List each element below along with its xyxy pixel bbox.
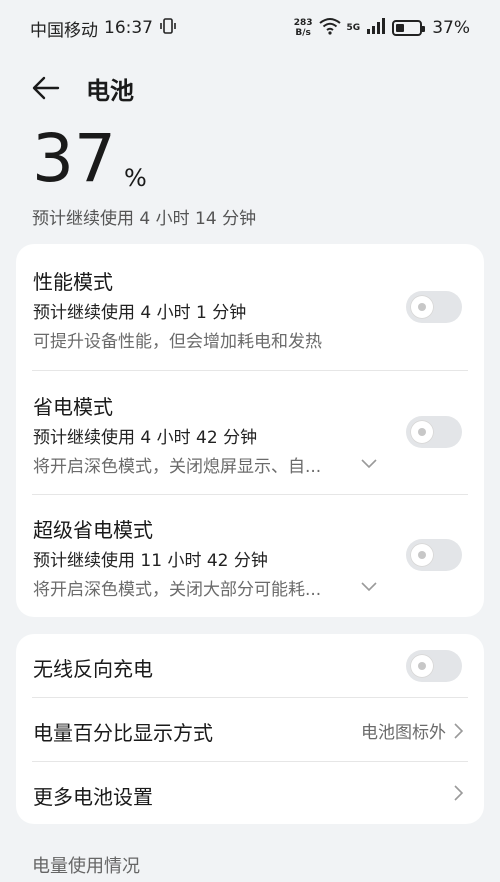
battery-level-fill (396, 24, 405, 32)
wifi-icon (318, 17, 341, 40)
mode-description: 将开启深色模式，关闭熄屏显示、自... (33, 457, 322, 477)
net-speed-unit: B/s (295, 28, 311, 38)
battery-percent-label: 37% (432, 18, 470, 38)
net-speed-value: 283 (293, 18, 313, 28)
percentage-display-value: 电池图标外 (361, 723, 446, 743)
back-arrow-icon[interactable] (32, 73, 62, 103)
battery-level-display: 37 % (32, 120, 147, 198)
mode-title: 超级省电模式 (33, 518, 153, 542)
performance-mode-row[interactable]: 性能模式 预计继续使用 4 小时 1 分钟 可提升设备性能，但会增加耗电和发热 (16, 244, 484, 369)
signal-icon (366, 17, 386, 39)
battery-percent-value: 37 (32, 120, 116, 197)
chevron-down-icon[interactable] (360, 577, 378, 595)
more-battery-settings-row[interactable]: 更多电池设置 (16, 762, 484, 824)
mode-estimate: 预计继续使用 4 小时 1 分钟 (33, 303, 247, 323)
net-speed: 283 B/s (294, 18, 313, 38)
mode-description: 可提升设备性能，但会增加耗电和发热 (33, 332, 322, 352)
mode-title: 性能模式 (33, 270, 113, 294)
mode-estimate: 预计继续使用 4 小时 42 分钟 (33, 428, 258, 448)
percent-sign: % (123, 164, 147, 192)
status-bar: 中国移动 16:37 283 B/s 5G 37% (0, 0, 500, 56)
status-bar-right: 283 B/s 5G 37% (294, 17, 470, 40)
percentage-display-label: 电量百分比显示方式 (33, 721, 213, 745)
mode-description: 将开启深色模式，关闭大部分可能耗... (33, 580, 322, 600)
chevron-down-icon[interactable] (360, 454, 378, 472)
super-power-saving-mode-toggle[interactable] (406, 539, 462, 571)
network-type-label: 5G (346, 23, 361, 33)
super-power-saving-mode-row[interactable]: 超级省电模式 预计继续使用 11 小时 42 分钟 将开启深色模式，关闭大部分可… (16, 495, 484, 617)
percentage-display-row[interactable]: 电量百分比显示方式 电池图标外 (16, 698, 484, 761)
reverse-charging-label: 无线反向充电 (33, 657, 153, 681)
mode-title: 省电模式 (33, 395, 113, 419)
reverse-charging-toggle[interactable] (406, 650, 462, 682)
mode-estimate: 预计继续使用 11 小时 42 分钟 (33, 551, 268, 571)
remaining-time-estimate: 预计继续使用 4 小时 14 分钟 (32, 209, 257, 229)
more-settings-label: 更多电池设置 (33, 785, 153, 809)
status-bar-left: 中国移动 16:37 (30, 16, 177, 41)
page-title: 电池 (86, 76, 134, 105)
clock: 16:37 (104, 18, 153, 38)
battery-icon (392, 20, 426, 36)
power-saving-mode-toggle[interactable] (406, 416, 462, 448)
chevron-right-icon (452, 784, 466, 802)
usage-section-label: 电量使用情况 (32, 856, 140, 877)
power-modes-card: 性能模式 预计继续使用 4 小时 1 分钟 可提升设备性能，但会增加耗电和发热 … (16, 244, 484, 617)
vibrate-icon (159, 17, 177, 40)
page-header: 电池 (32, 68, 134, 108)
carrier-label: 中国移动 (30, 20, 98, 41)
power-saving-mode-row[interactable]: 省电模式 预计继续使用 4 小时 42 分钟 将开启深色模式，关闭熄屏显示、自.… (16, 371, 484, 493)
battery-settings-card: 无线反向充电 电量百分比显示方式 电池图标外 更多电池设置 (16, 634, 484, 824)
performance-mode-toggle[interactable] (406, 291, 462, 323)
chevron-right-icon (452, 722, 466, 740)
reverse-wireless-charging-row[interactable]: 无线反向充电 (16, 634, 484, 697)
